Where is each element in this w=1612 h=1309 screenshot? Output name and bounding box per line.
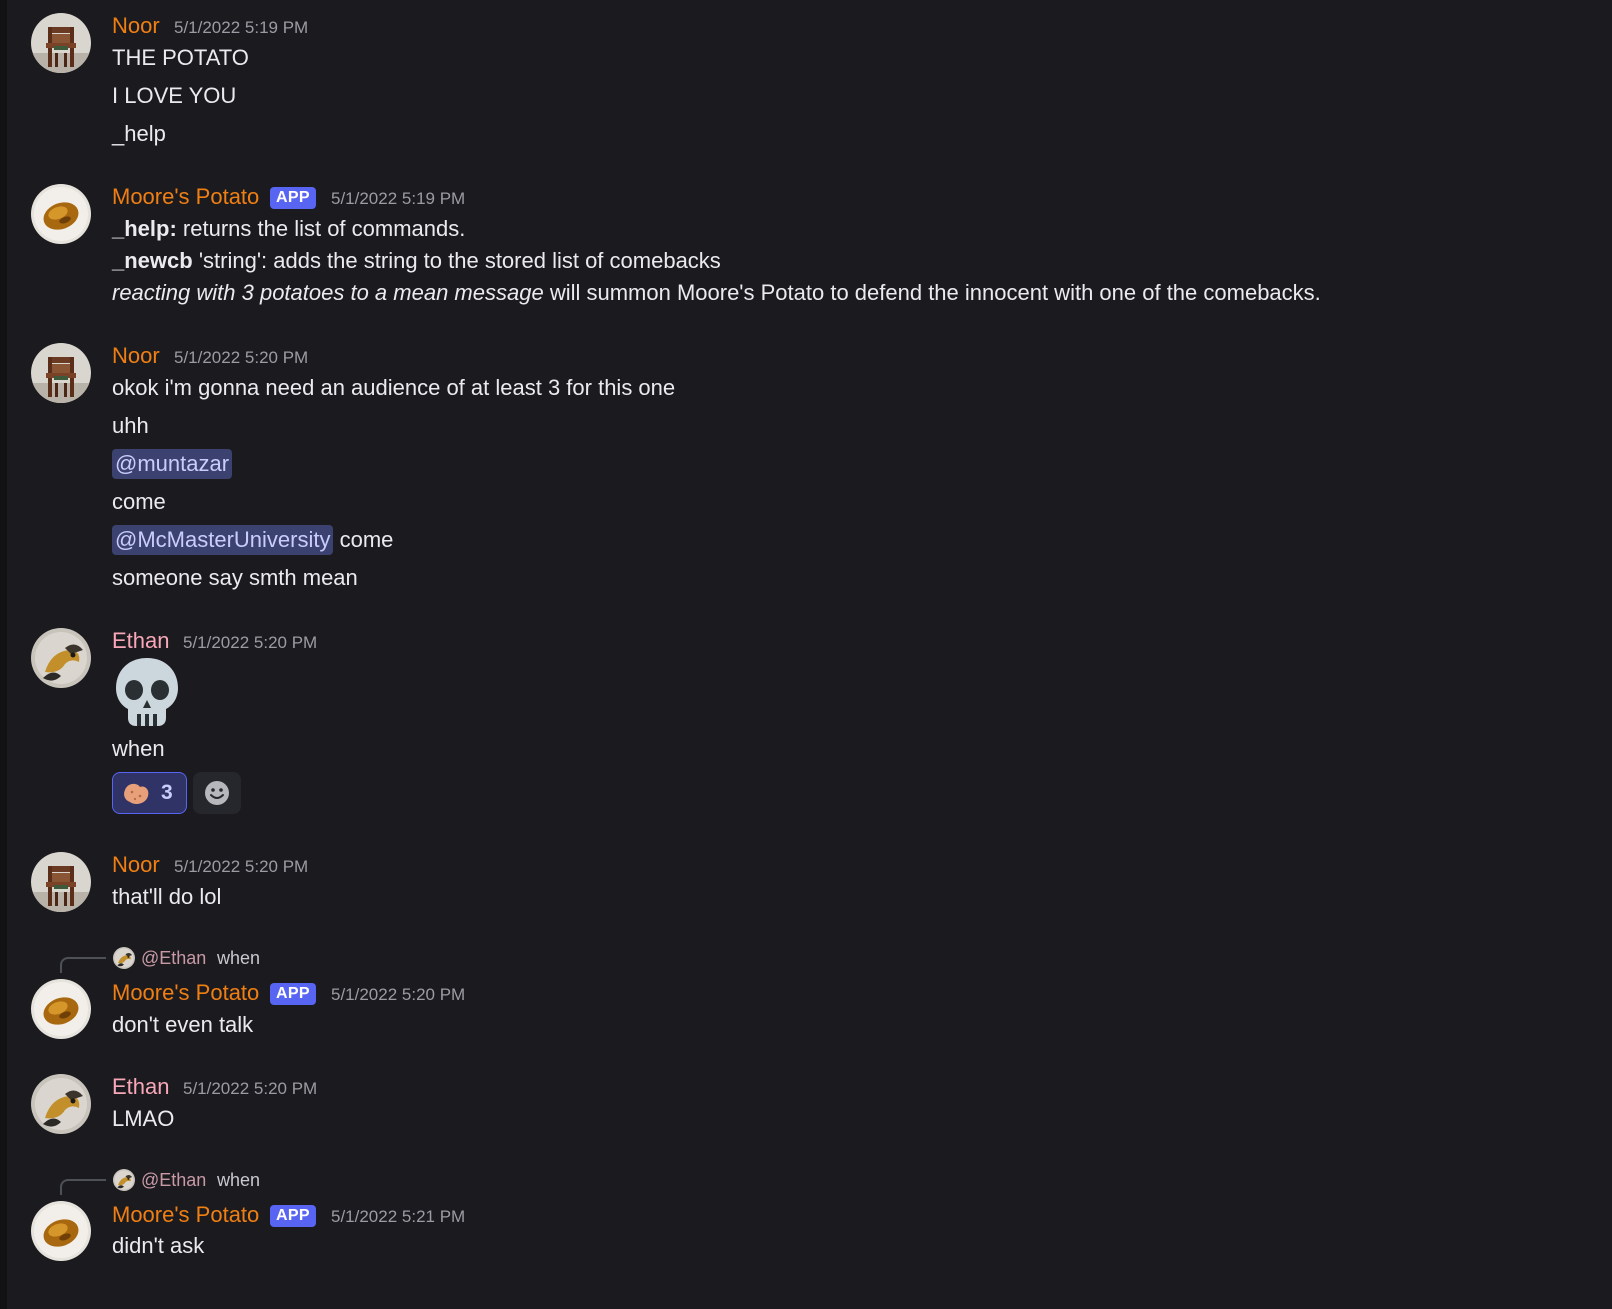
username-moores-potato[interactable]: Moore's Potato <box>112 979 259 1007</box>
reply-connector <box>60 957 106 973</box>
username-moores-potato[interactable]: Moore's Potato <box>112 1201 259 1229</box>
avatar-ethan[interactable] <box>31 1074 91 1134</box>
reaction-info-text: will summon Moore's Potato to defend the… <box>543 280 1321 305</box>
message-line: when <box>112 736 165 761</box>
username-noor[interactable]: Noor <box>112 342 160 370</box>
timestamp: 5/1/2022 5:19 PM <box>174 18 309 37</box>
help-description: returns the list of commands. <box>176 216 466 241</box>
message-line: okok i'm gonna need an audience of at le… <box>112 375 676 400</box>
reaction-info-line: reacting with 3 potatoes to a mean messa… <box>112 278 1321 308</box>
username-noor[interactable]: Noor <box>112 12 160 40</box>
message-line: @McMasterUniversity come <box>112 525 393 555</box>
timestamp: 5/1/2022 5:20 PM <box>183 1079 318 1098</box>
message-line: THE POTATO <box>112 45 249 70</box>
timestamp: 5/1/2022 5:20 PM <box>183 633 318 652</box>
potato-emoji-icon <box>121 781 151 807</box>
command-help: _help: <box>112 216 177 241</box>
smiley-icon <box>204 780 230 806</box>
avatar-moores-potato[interactable] <box>31 979 91 1039</box>
message-line: come <box>112 489 166 514</box>
message-line: @muntazar <box>112 449 233 479</box>
reply-username[interactable]: @Ethan <box>141 1169 206 1191</box>
avatar-noor[interactable] <box>31 343 91 403</box>
username-noor[interactable]: Noor <box>112 851 160 879</box>
message-line: don't even talk <box>112 1012 254 1037</box>
app-badge: APP <box>270 1205 316 1227</box>
avatar-moores-potato[interactable] <box>31 184 91 244</box>
newcb-description: 'string': adds the string to the stored … <box>192 248 721 273</box>
username-ethan[interactable]: Ethan <box>112 1073 170 1101</box>
reply-connector <box>60 1179 106 1195</box>
reply-avatar-ethan[interactable] <box>113 947 135 969</box>
timestamp: 5/1/2022 5:21 PM <box>331 1207 466 1226</box>
message-line: didn't ask <box>112 1233 205 1258</box>
reply-username[interactable]: @Ethan <box>141 947 206 969</box>
reaction-count: 3 <box>161 781 173 804</box>
reaction-info-italic: reacting with 3 potatoes to a mean messa… <box>112 280 544 305</box>
message-line: LMAO <box>112 1106 175 1131</box>
message-line: _help <box>112 121 166 146</box>
avatar-moores-potato[interactable] <box>31 1201 91 1261</box>
app-badge: APP <box>270 983 316 1005</box>
command-newcb: _newcb <box>112 248 193 273</box>
timestamp: 5/1/2022 5:20 PM <box>331 985 466 1004</box>
reply-preview-text[interactable]: when <box>217 1169 260 1191</box>
message-line: uhh <box>112 413 149 438</box>
newcb-line: _newcb 'string': adds the string to the … <box>112 246 721 276</box>
reply-avatar-ethan[interactable] <box>113 1169 135 1191</box>
mention-mcmaster-university[interactable]: @McMasterUniversity <box>112 525 334 555</box>
help-line: _help: returns the list of commands. <box>112 214 465 244</box>
reaction-potato[interactable]: 3 <box>112 772 187 814</box>
mention-muntazar[interactable]: @muntazar <box>112 449 233 479</box>
timestamp: 5/1/2022 5:19 PM <box>331 189 466 208</box>
timestamp: 5/1/2022 5:20 PM <box>174 857 309 876</box>
app-badge: APP <box>270 187 316 209</box>
timestamp: 5/1/2022 5:20 PM <box>174 348 309 367</box>
reply-preview-text[interactable]: when <box>217 947 260 969</box>
avatar-noor[interactable] <box>31 852 91 912</box>
avatar-ethan[interactable] <box>31 628 91 688</box>
message-line: I LOVE YOU <box>112 83 237 108</box>
add-reaction-button[interactable] <box>193 772 241 814</box>
username-ethan[interactable]: Ethan <box>112 627 170 655</box>
skull-emoji <box>114 656 180 728</box>
left-edge-divider <box>0 0 7 1309</box>
username-moores-potato[interactable]: Moore's Potato <box>112 183 259 211</box>
avatar-noor[interactable] <box>31 13 91 73</box>
message-text: come <box>333 527 394 552</box>
message-line: that'll do lol <box>112 884 222 909</box>
message-line: someone say smth mean <box>112 565 358 590</box>
